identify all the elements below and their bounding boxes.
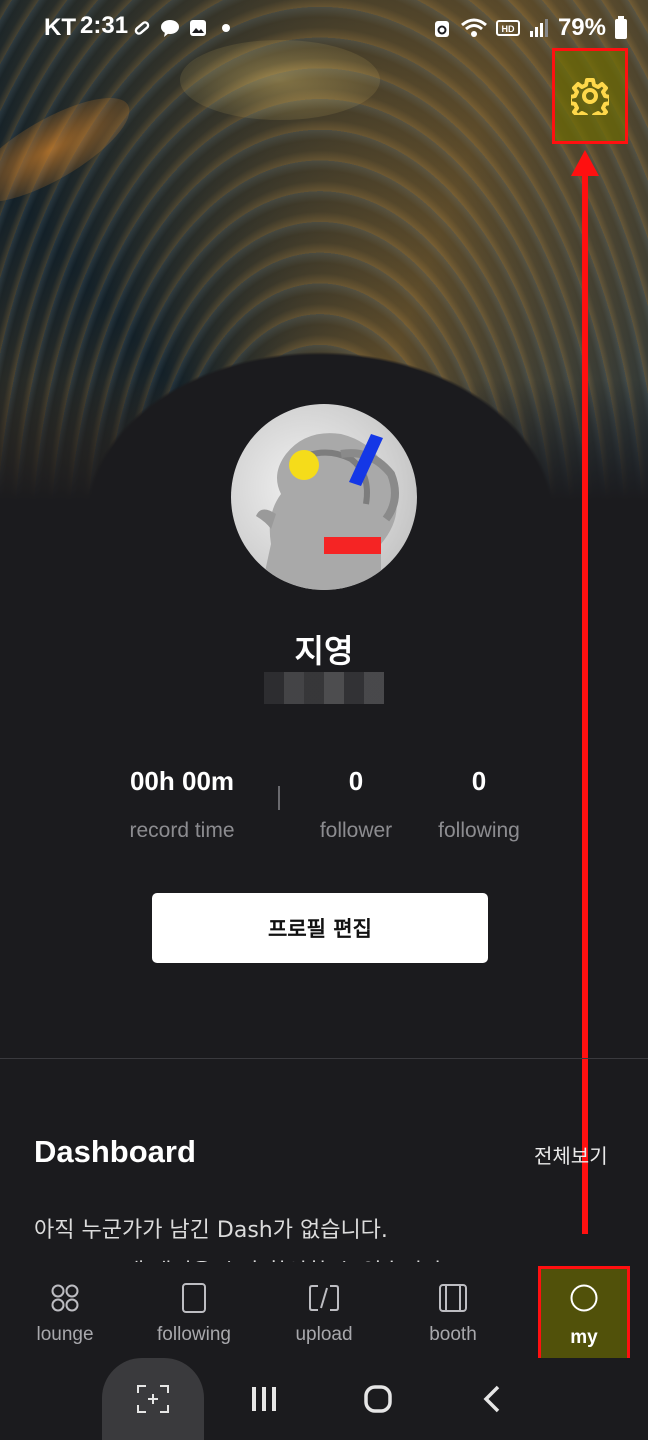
clock: 2:31 [80,12,129,39]
upload-icon [309,1285,339,1311]
nav-item-lounge[interactable]: lounge [5,1262,125,1358]
stat-label: record time [129,819,235,842]
nav-label: booth [429,1324,477,1345]
following-icon [182,1283,206,1313]
nav-item-booth[interactable]: booth [393,1262,513,1358]
home-icon [364,1385,392,1413]
back-icon [483,1385,500,1413]
sync-icon [434,21,449,37]
system-nav-bar [0,1358,648,1440]
dashboard-title: Dashboard [34,1134,196,1169]
gallery-icon [190,20,206,36]
gear-icon [571,78,609,115]
screen-capture-button[interactable] [102,1358,204,1440]
status-bar: KT 2:31 HD 79% [0,0,648,56]
svg-text:HD: HD [501,24,514,34]
dot-icon [222,24,230,32]
edit-profile-button[interactable]: 프로필 편집 [152,893,488,963]
wifi-icon [460,18,487,37]
carrier-label: KT [44,14,76,41]
stat-value: 0 [348,766,364,796]
section-divider [0,1058,648,1059]
stat-label: following [438,819,520,842]
battery-percentage: 79% [557,14,606,41]
capture-icon [137,1385,169,1413]
profile-name: 지영 [294,633,354,669]
battery-icon [615,16,627,39]
nav-item-following[interactable]: following [134,1262,254,1358]
booth-icon [439,1284,467,1312]
stat-label: follower [319,819,393,842]
stat-divider [278,786,280,810]
stat-following[interactable]: 0 following [424,766,534,843]
nav-item-upload[interactable]: upload [264,1262,384,1358]
signal-icon [529,19,548,37]
settings-button[interactable] [552,48,628,144]
talk-icon [161,20,179,37]
recent-apps-icon [252,1387,276,1411]
see-all-link[interactable]: 전체보기 [534,1140,608,1169]
stat-follower[interactable]: 0 follower [306,766,406,843]
recent-apps-button[interactable] [228,1358,300,1440]
annotation-arrow-line [582,170,588,1234]
back-button[interactable] [456,1358,528,1440]
dashboard-empty-message: 아직 누군가가 남긴 Dash가 없습니다. [34,1218,388,1243]
stat-record-time: 00h 00m record time [112,766,252,843]
hd-icon: HD [495,20,520,36]
nav-label: lounge [36,1324,94,1345]
stat-value: 0 [471,766,487,796]
profile-id-blurred [264,672,384,704]
avatar-statue-image [256,433,399,590]
avatar[interactable] [231,404,417,590]
annotation-arrow-head [571,150,599,176]
nav-label: following [157,1324,231,1345]
lounge-icon [51,1284,79,1312]
home-button[interactable] [342,1358,414,1440]
nav-label: my [570,1327,598,1348]
nav-label: upload [295,1324,353,1345]
pill-icon [134,21,150,35]
my-icon [570,1284,598,1312]
stat-value: 00h 00m [129,766,235,796]
